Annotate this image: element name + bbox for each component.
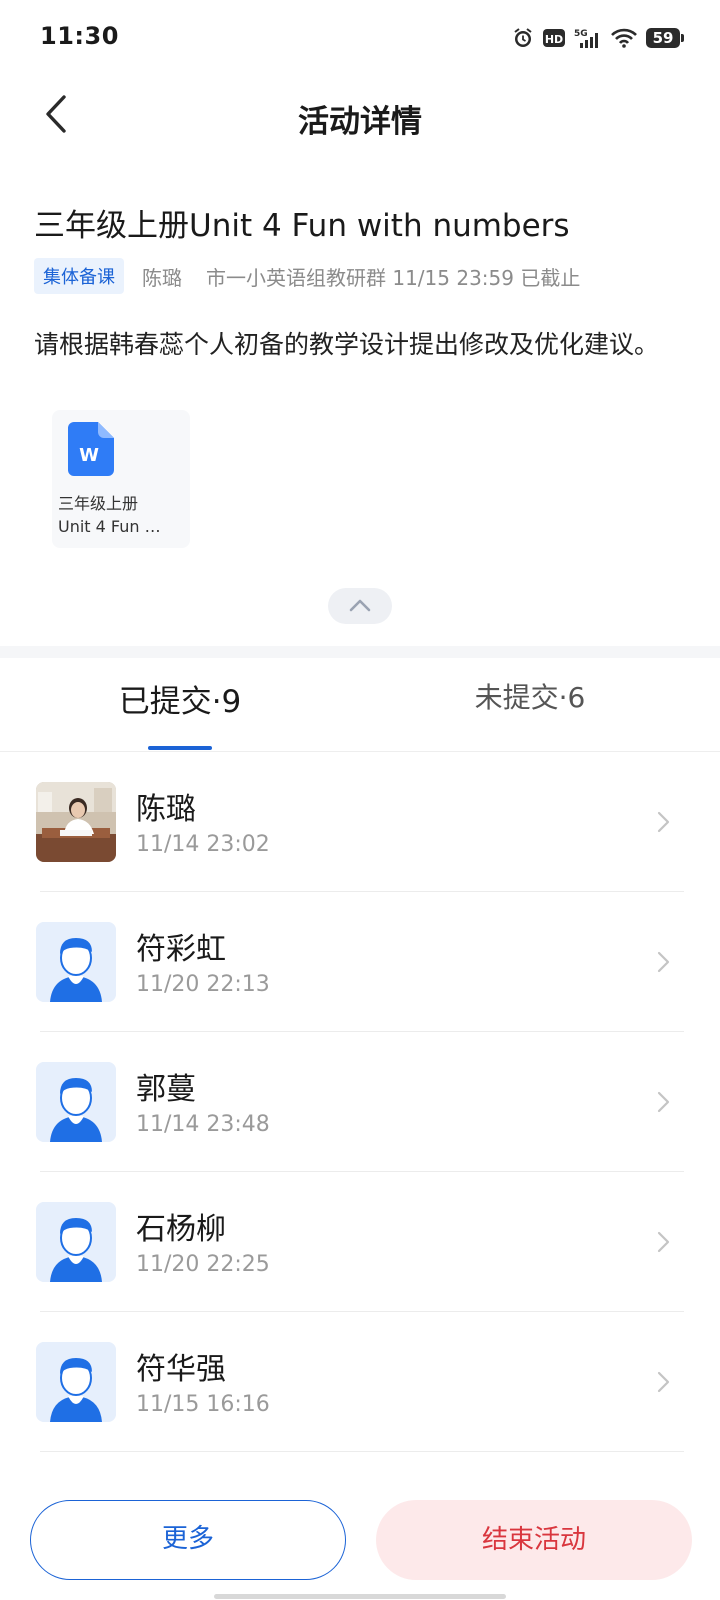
- wifi-icon: [611, 28, 637, 48]
- home-indicator[interactable]: [214, 1594, 506, 1599]
- page-title: 活动详情: [298, 104, 422, 140]
- tab-unsubmitted[interactable]: 未提交·6: [430, 676, 630, 738]
- svg-text:5G: 5G: [574, 29, 588, 39]
- activity-title: 三年级上册Unit 4 Fun with numbers: [34, 208, 570, 244]
- activity-type-tag: 集体备课: [34, 258, 124, 294]
- submission-time: 11/15 16:16: [136, 1392, 270, 1417]
- nav-bar: 活动详情: [0, 76, 720, 160]
- alarm-icon: [512, 27, 534, 49]
- bottom-action-bar: 更多 结束活动: [0, 1470, 720, 1600]
- activity-group-deadline: 市一小英语组教研群 11/15 23:59 已截止: [206, 265, 581, 290]
- default-avatar-icon: [36, 1062, 116, 1142]
- svg-text:HD: HD: [545, 33, 563, 46]
- default-avatar-icon: [36, 922, 116, 1002]
- person-name: 符彩虹: [136, 932, 226, 967]
- submission-time: 11/20 22:25: [136, 1252, 270, 1277]
- person-name: 陈璐: [136, 792, 196, 827]
- status-bar: 11:30 HD 5G 59: [0, 0, 720, 76]
- submission-list: 陈璐 11/14 23:02 符彩虹 11/20 22:13 郭蔓 11/14 …: [0, 752, 720, 1452]
- chevron-right-icon: [656, 1230, 672, 1254]
- activity-meta: 集体备课 陈璐 市一小英语组教研群 11/15 23:59 已截止: [34, 258, 580, 294]
- attachment-card[interactable]: W 三年级上册 Unit 4 Fun …: [52, 410, 190, 548]
- chevron-right-icon: [656, 1370, 672, 1394]
- person-name: 郭蔓: [136, 1072, 196, 1107]
- collapse-button[interactable]: [328, 588, 392, 624]
- person-name: 石杨柳: [136, 1212, 226, 1247]
- person-name: 符华强: [136, 1352, 226, 1387]
- list-item[interactable]: 陈璐 11/14 23:02: [0, 752, 720, 892]
- submission-time: 11/20 22:13: [136, 972, 270, 997]
- activity-description: 请根据韩春蕊个人初备的教学设计提出修改及优化建议。: [34, 330, 660, 359]
- status-time: 11:30: [40, 22, 119, 50]
- chevron-right-icon: [656, 810, 672, 834]
- list-item[interactable]: 符华强 11/15 16:16: [0, 1312, 720, 1452]
- status-icons: HD 5G 59: [512, 26, 684, 50]
- list-item[interactable]: 石杨柳 11/20 22:25: [0, 1172, 720, 1312]
- list-item[interactable]: 符彩虹 11/20 22:13: [0, 892, 720, 1032]
- chevron-right-icon: [656, 1090, 672, 1114]
- attachment-name: 三年级上册 Unit 4 Fun …: [58, 492, 184, 538]
- word-document-icon: W: [68, 422, 114, 476]
- chevron-right-icon: [656, 950, 672, 974]
- attachment-name-line1: 三年级上册: [58, 494, 139, 513]
- chevron-up-icon: [349, 597, 371, 616]
- hd-icon: HD: [543, 28, 565, 48]
- default-avatar-icon: [36, 1342, 116, 1422]
- word-icon-letter: W: [79, 445, 99, 466]
- submission-tabs: 已提交·9 未提交·6: [0, 658, 720, 752]
- avatar-photo: [36, 782, 116, 862]
- more-button[interactable]: 更多: [30, 1500, 346, 1580]
- attachment-name-line2: Unit 4 Fun …: [58, 517, 161, 536]
- battery-indicator: 59: [646, 28, 684, 48]
- end-activity-button[interactable]: 结束活动: [376, 1500, 692, 1580]
- submission-time: 11/14 23:02: [136, 832, 270, 857]
- row-divider: [40, 1451, 684, 1452]
- active-tab-indicator: [148, 746, 212, 750]
- signal-5g-icon: 5G: [574, 27, 602, 49]
- default-avatar-icon: [36, 1202, 116, 1282]
- section-divider: [0, 646, 720, 658]
- activity-author: 陈璐: [142, 265, 182, 290]
- list-item[interactable]: 郭蔓 11/14 23:48: [0, 1032, 720, 1172]
- submission-time: 11/14 23:48: [136, 1112, 270, 1137]
- tab-submitted[interactable]: 已提交·9: [80, 676, 280, 738]
